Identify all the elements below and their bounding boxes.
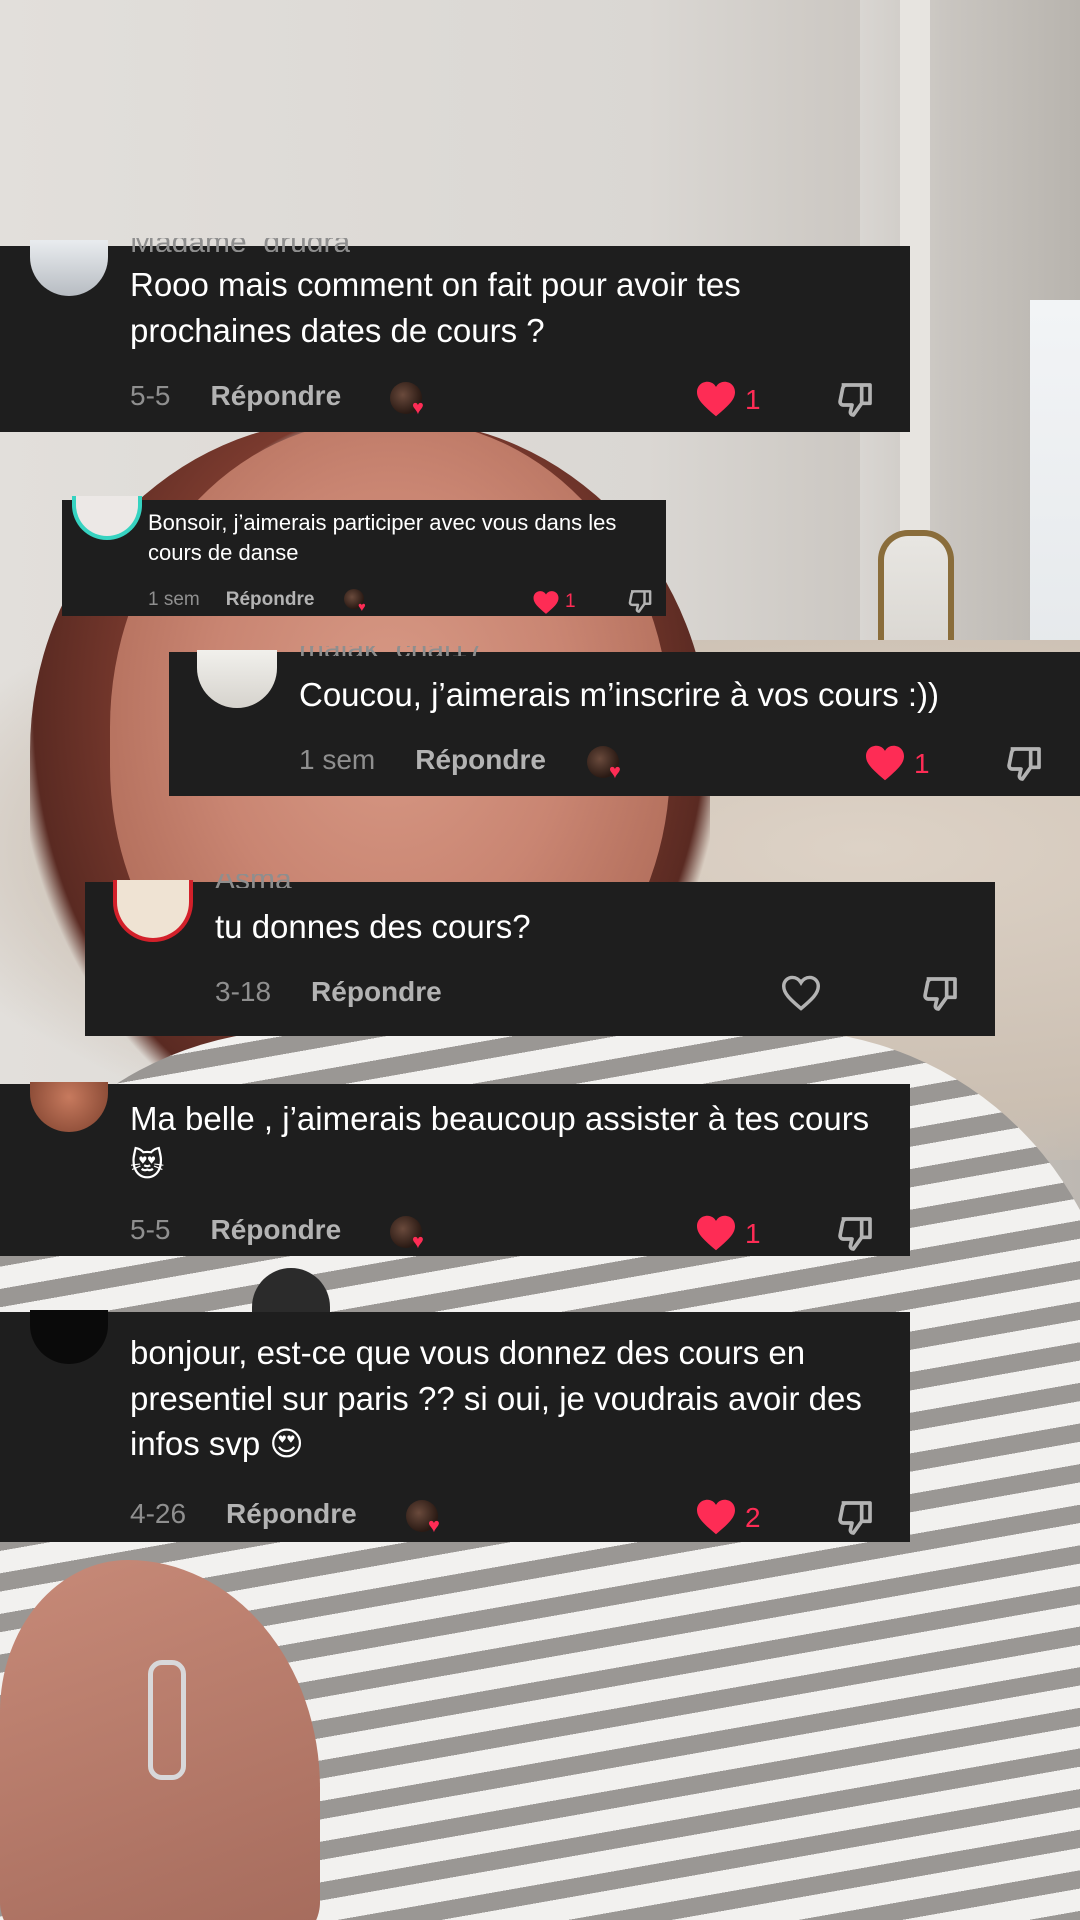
thumbs-down-icon[interactable]: [1003, 744, 1045, 784]
heart-outline-icon[interactable]: [780, 974, 822, 1012]
heart-filled-icon[interactable]: [695, 380, 737, 418]
like-count: 2: [745, 1502, 761, 1533]
user-avatar[interactable]: [113, 880, 193, 942]
comment-card: Bonsoir, j’aimerais participer avec vous…: [62, 496, 666, 616]
comment-date: 3-18: [215, 976, 272, 1007]
comment-card: Asma_ tu donnes des cours? 3-18 Répondre: [85, 874, 995, 1036]
creator-liked-heart-icon: ♥: [358, 599, 366, 614]
comment-text: Ma belle , j’aimerais beaucoup assister …: [130, 1100, 870, 1183]
comment-card: malak_chai17 Coucou, j’aimerais m’inscri…: [169, 646, 1080, 796]
reply-button[interactable]: Répondre: [415, 744, 546, 776]
comment-text: bonjour, est-ce que vous donnez des cour…: [130, 1334, 862, 1463]
creator-liked-heart-icon: ♥: [412, 397, 424, 419]
comment-meta: 5-5 Répondre: [130, 1214, 341, 1246]
ring: [148, 1660, 186, 1780]
comment-date: 5-5: [130, 380, 171, 411]
heart-filled-icon[interactable]: [864, 744, 906, 782]
comment-date: 1 sem: [148, 589, 200, 610]
comment-username[interactable]: Madame_drugra: [130, 238, 350, 252]
reply-button[interactable]: Répondre: [226, 589, 315, 611]
comment-text: Bonsoir, j’aimerais participer avec vous…: [148, 510, 617, 566]
like-count: 1: [565, 591, 576, 612]
comment-date: 1 sem: [299, 744, 376, 775]
creator-liked-heart-icon: ♥: [412, 1231, 424, 1253]
thumbs-down-icon[interactable]: [834, 1498, 876, 1538]
reply-button[interactable]: Répondre: [210, 380, 341, 412]
comment-meta: 5-5 Répondre: [130, 380, 341, 412]
comment-card: Madame_drugra Rooo mais comment on fait …: [0, 238, 910, 432]
comment-card: Ma belle , j’aimerais beaucoup assister …: [0, 1082, 910, 1256]
thumbs-down-icon[interactable]: [626, 588, 654, 615]
comment-date: 4-26: [130, 1498, 187, 1529]
user-avatar[interactable]: [72, 496, 142, 540]
user-avatar[interactable]: [30, 240, 108, 296]
reply-button[interactable]: Répondre: [210, 1214, 341, 1246]
comment-username[interactable]: Asma_: [215, 874, 308, 888]
comment-date: 5-5: [130, 1214, 171, 1245]
heart-filled-icon[interactable]: [695, 1214, 737, 1252]
user-avatar[interactable]: [30, 1310, 108, 1364]
user-avatar[interactable]: [197, 650, 277, 708]
reply-button[interactable]: Répondre: [226, 1498, 357, 1530]
comment-meta: 1 sem Répondre: [148, 589, 314, 611]
user-avatar[interactable]: [30, 1082, 108, 1132]
like-count: 1: [914, 748, 930, 779]
comment-text: Coucou, j’aimerais m’inscrire à vos cour…: [299, 676, 940, 713]
heart-filled-icon[interactable]: [695, 1498, 737, 1536]
heart-filled-icon[interactable]: [532, 590, 560, 615]
reply-button[interactable]: Répondre: [311, 976, 442, 1008]
thumbs-down-icon[interactable]: [919, 974, 961, 1014]
comment-card: bonjour, est-ce que vous donnez des cour…: [0, 1310, 910, 1542]
thumbs-down-icon[interactable]: [834, 380, 876, 420]
comment-meta: 4-26 Répondre: [130, 1498, 357, 1530]
creator-liked-heart-icon: ♥: [609, 761, 621, 783]
creator-liked-heart-icon: ♥: [428, 1515, 440, 1537]
comment-username[interactable]: malak_chai17: [299, 646, 484, 656]
like-count: 1: [745, 1218, 761, 1249]
comment-meta: 1 sem Répondre: [299, 744, 546, 776]
comment-meta: 3-18 Répondre: [215, 976, 442, 1008]
comment-text: Rooo mais comment on fait pour avoir tes…: [130, 266, 741, 349]
like-count: 1: [745, 384, 761, 415]
comment-text: tu donnes des cours?: [215, 908, 531, 945]
thumbs-down-icon[interactable]: [834, 1214, 876, 1254]
